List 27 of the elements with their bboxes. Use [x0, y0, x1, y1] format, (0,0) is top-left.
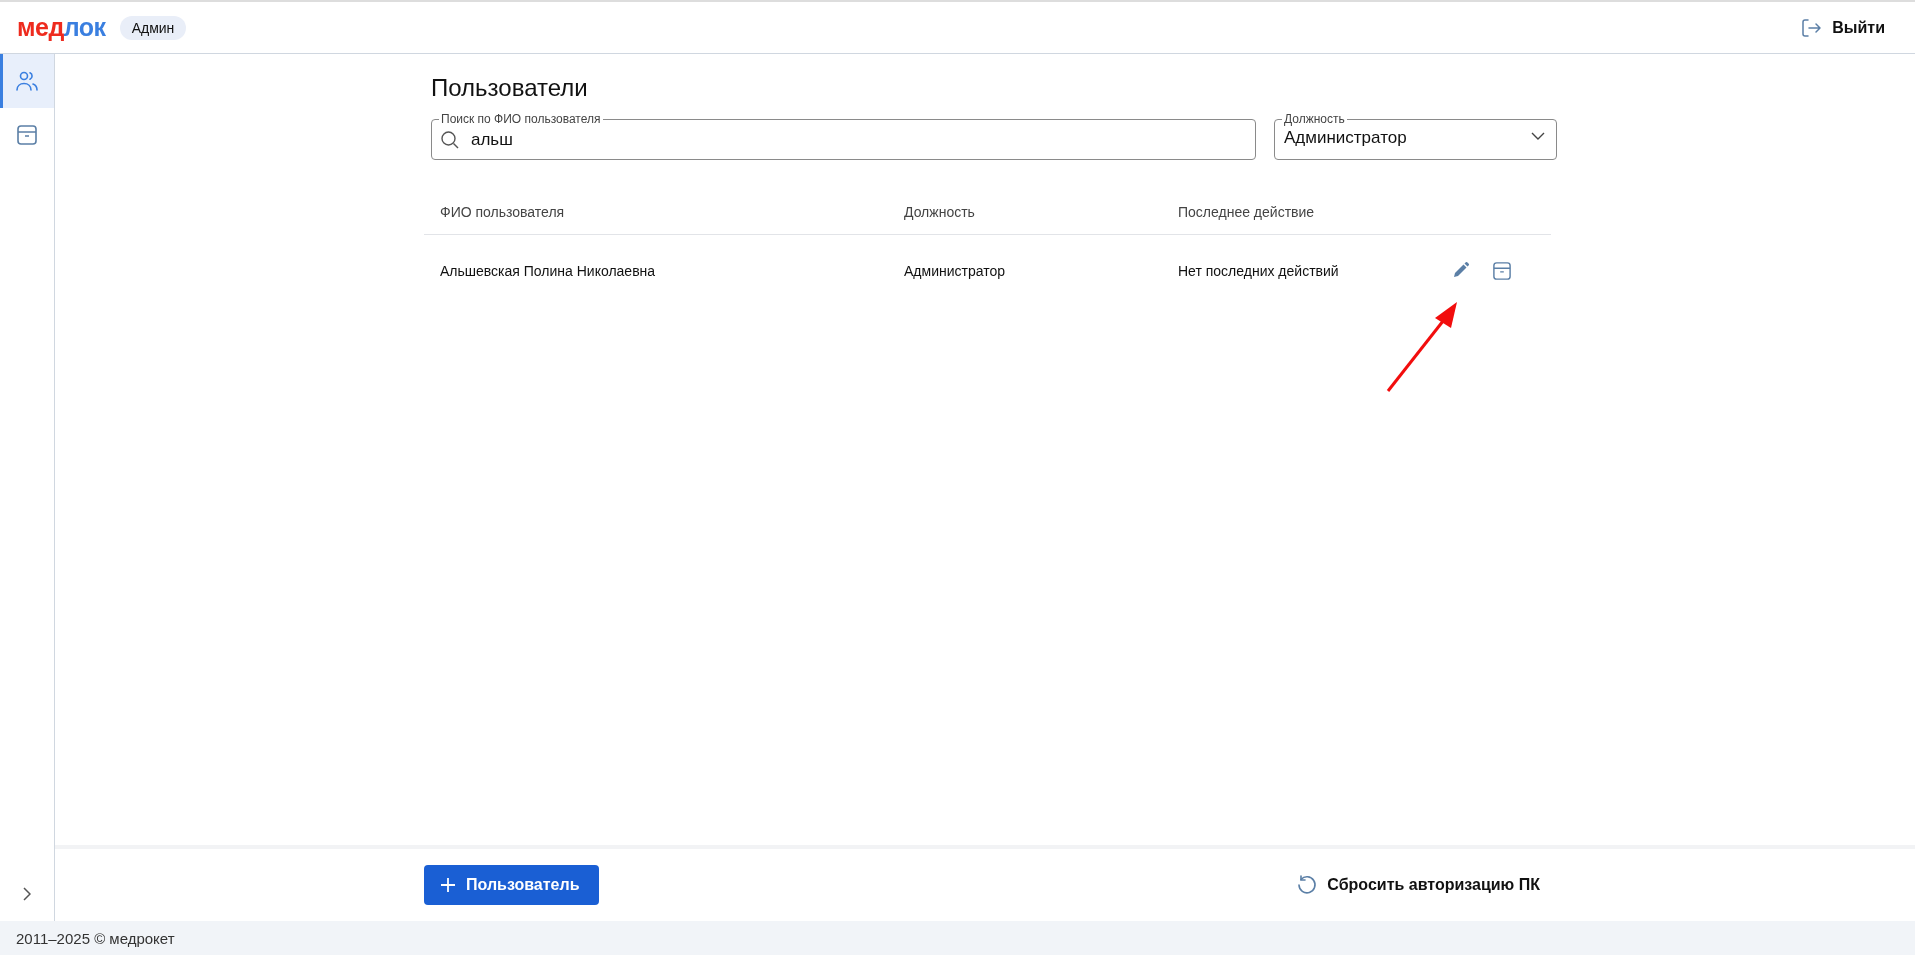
column-header: ФИО пользователя: [440, 204, 566, 220]
column-header: Последнее действие: [1178, 204, 1316, 220]
logout-button[interactable]: Выйти: [1798, 14, 1889, 41]
table-cell-text: Администратор: [904, 263, 1006, 279]
archive-box-icon: [1493, 262, 1511, 280]
reset-icon: [1297, 875, 1318, 895]
reset-pc-auth-button[interactable]: Сбросить авторизацию ПК: [1291, 874, 1546, 896]
users-icon: [16, 71, 38, 91]
archive-box-icon: [17, 125, 37, 145]
copyright-text: 2011–2025 © медрокет: [16, 929, 175, 947]
search-icon: [441, 131, 459, 149]
page-title: Пользователи: [431, 74, 589, 102]
chevron-right-icon: [23, 887, 31, 901]
archive-button[interactable]: [1491, 260, 1513, 282]
plus-icon: [440, 877, 456, 893]
add-user-button[interactable]: Пользователь: [424, 865, 600, 905]
role-badge: Админ: [119, 15, 187, 40]
pencil-icon: [1453, 262, 1469, 278]
users-nav-item[interactable]: [0, 54, 54, 108]
table-cell-text: Нет последних действий: [1178, 263, 1340, 279]
table-cell-text: Альшевская Полина Николаевна: [440, 263, 657, 279]
column-header: Должность: [904, 204, 976, 220]
logout-icon: [1802, 18, 1823, 37]
logo: медлок: [17, 13, 106, 42]
chevron-down-icon: [1531, 132, 1545, 140]
search-field[interactable]: Поиск по ФИО пользователя альш: [431, 112, 1256, 160]
position-dropdown[interactable]: Должность Администратор: [1274, 112, 1557, 160]
